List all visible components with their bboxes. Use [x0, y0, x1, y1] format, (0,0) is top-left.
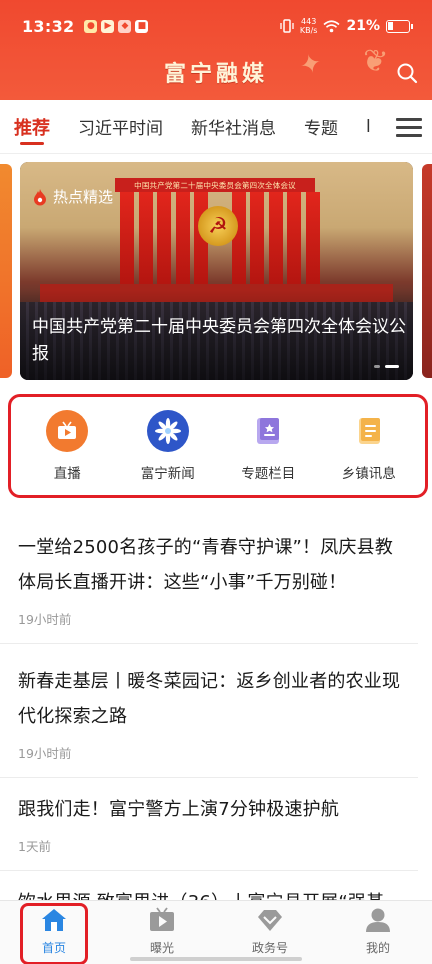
topic-book-icon	[247, 410, 289, 452]
battery-icon	[386, 19, 413, 33]
meeting-banner: 中国共产党第二十届中央委员会第四次全体会议	[115, 178, 315, 192]
app-brand-title: 富宁融媒	[163, 61, 268, 87]
tab-xi-time[interactable]: 习近平时间	[78, 100, 163, 153]
news-time: 19小时前	[18, 612, 72, 627]
news-time: 1天前	[18, 839, 51, 854]
diamond-icon	[258, 910, 282, 931]
news-list: 一堂给2500名孩子的“青春守护课”！凤庆县教体局长直播开讲：这些“小事”千万别…	[0, 520, 432, 920]
carousel-slide[interactable]: 中国共产党第二十届中央委员会第四次全体会议 ☭ 热点精选 中国共产党第二十届中央…	[20, 162, 413, 380]
news-title: 跟我们走！富宁警方上演7分钟极速护航	[18, 799, 340, 820]
news-title: 一堂给2500名孩子的“青春守护课”！凤庆县教体局长直播开讲：这些“小事”千万别…	[18, 537, 394, 593]
nav-home[interactable]: 首页	[0, 901, 108, 964]
quick-entry-label: 直播	[53, 466, 81, 482]
quick-entry-live[interactable]: 直播	[19, 410, 115, 482]
nav-exposure[interactable]: 曝光	[108, 901, 216, 964]
channel-tabs: 推荐 习近平时间 新华社消息 专题 l	[0, 100, 432, 154]
nav-label: 曝光	[149, 941, 174, 955]
status-time: 13:32	[22, 16, 75, 36]
battery-percent: 21%	[346, 18, 380, 34]
news-item[interactable]: 新春走基层丨暖冬菜园记：返乡创业者的农业现代化探索之路 19小时前	[0, 644, 418, 778]
news-item[interactable]: 跟我们走！富宁警方上演7分钟极速护航 1天前	[0, 778, 418, 871]
town-notice-icon	[348, 410, 390, 452]
quick-entry-topics[interactable]: 专题栏目	[220, 410, 316, 482]
notification-app-icon: ●	[84, 19, 98, 33]
hot-carousel: 中国共产党第二十届中央委员会第四次全体会议 ☭ 热点精选 中国共产党第二十届中央…	[0, 160, 432, 382]
party-emblem-icon: ☭	[198, 206, 238, 246]
quick-entry-funing-news[interactable]: 富宁新闻	[120, 410, 216, 482]
network-speed-value: 443	[301, 17, 317, 26]
carousel-indicator	[374, 365, 399, 368]
network-speed: 443 KB/s	[300, 17, 318, 35]
nav-label: 我的	[365, 941, 390, 955]
user-icon	[366, 908, 390, 932]
status-right: 443 KB/s 21%	[280, 17, 413, 35]
nav-me[interactable]: 我的	[324, 901, 432, 964]
quick-entries: 直播 富宁新闻 专题栏目 乡镇讯息	[8, 394, 428, 498]
news-time: 19小时前	[18, 746, 72, 761]
tab-xinhua[interactable]: 新华社消息	[191, 100, 276, 153]
news-title: 新春走基层丨暖冬菜园记：返乡创业者的农业现代化探索之路	[18, 671, 401, 727]
flame-icon	[34, 188, 46, 205]
news-item[interactable]: 一堂给2500名孩子的“青春守护课”！凤庆县教体局长直播开讲：这些“小事”千万别…	[0, 520, 418, 644]
menu-icon[interactable]	[396, 114, 422, 140]
live-tv-icon	[46, 410, 89, 452]
notification-app-icon: ■	[135, 19, 149, 33]
nav-label: 政务号	[251, 941, 288, 955]
search-icon	[397, 63, 418, 84]
app-header: 13:32 ● ▶ ◆ ■ 443 KB/s 21% ✦ ❦ 富宁融媒	[0, 0, 432, 100]
wifi-icon	[323, 19, 341, 32]
bottom-nav: 首页 曝光 政务号 我的	[0, 900, 432, 964]
notification-app-icon: ▶	[101, 19, 115, 33]
nav-gov-accounts[interactable]: 政务号	[216, 901, 324, 964]
hot-picks-label: 热点精选	[53, 188, 114, 206]
vibrate-icon	[280, 19, 294, 33]
hot-picks-tag: 热点精选	[32, 186, 113, 207]
home-icon	[42, 909, 66, 931]
video-icon	[150, 907, 174, 931]
network-speed-unit: KB/s	[299, 26, 318, 35]
carousel-next-slide[interactable]	[422, 164, 432, 378]
flower-logo-icon	[146, 410, 189, 452]
search-button[interactable]	[394, 60, 420, 86]
tab-list: 推荐 习近平时间 新华社消息 专题 l	[0, 100, 382, 153]
quick-entry-town-news[interactable]: 乡镇讯息	[321, 410, 417, 482]
gesture-bar[interactable]	[130, 957, 302, 961]
tab-next[interactable]: l	[366, 100, 371, 153]
nav-label: 首页	[41, 941, 66, 955]
tab-recommend[interactable]: 推荐	[14, 100, 50, 153]
carousel-prev-slide[interactable]	[0, 164, 12, 378]
quick-entry-label: 专题栏目	[241, 466, 296, 482]
notification-app-icon: ◆	[118, 19, 132, 33]
slide-title: 中国共产党第二十届中央委员会第四次全体会议公报	[32, 317, 406, 364]
quick-entry-label: 乡镇讯息	[341, 466, 396, 482]
notification-icons: ● ▶ ◆ ■	[84, 19, 149, 33]
quick-entry-label: 富宁新闻	[140, 466, 195, 482]
tab-special[interactable]: 专题	[304, 100, 338, 153]
